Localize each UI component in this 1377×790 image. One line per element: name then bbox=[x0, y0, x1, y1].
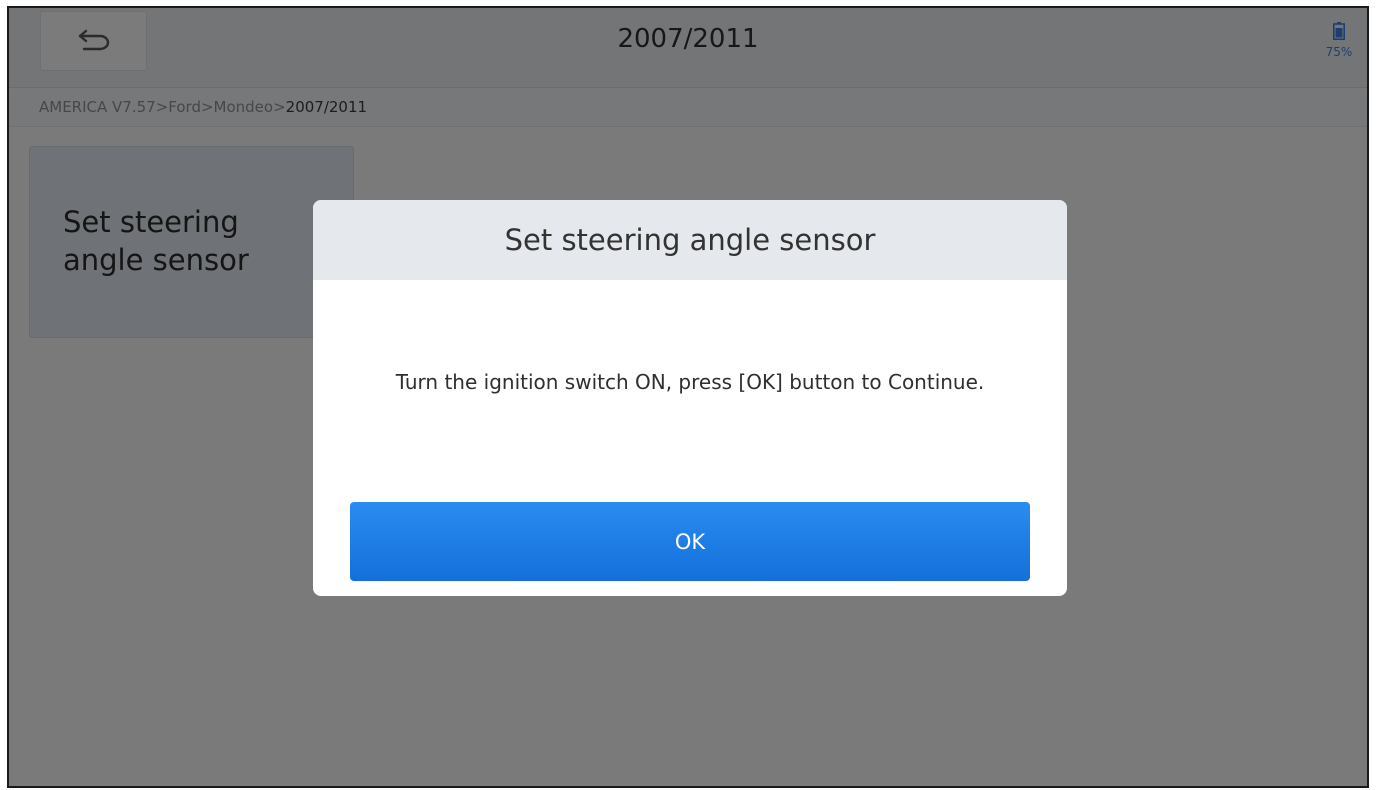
dialog-title: Set steering angle sensor bbox=[313, 200, 1067, 280]
dialog-message: Turn the ignition switch ON, press [OK] … bbox=[395, 370, 985, 394]
ok-button[interactable]: OK bbox=[350, 502, 1030, 581]
confirm-dialog: Set steering angle sensor Turn the ignit… bbox=[313, 200, 1067, 596]
app-screen: 2007/2011 75% AMERICA V7.57> Ford> Monde… bbox=[7, 6, 1369, 788]
